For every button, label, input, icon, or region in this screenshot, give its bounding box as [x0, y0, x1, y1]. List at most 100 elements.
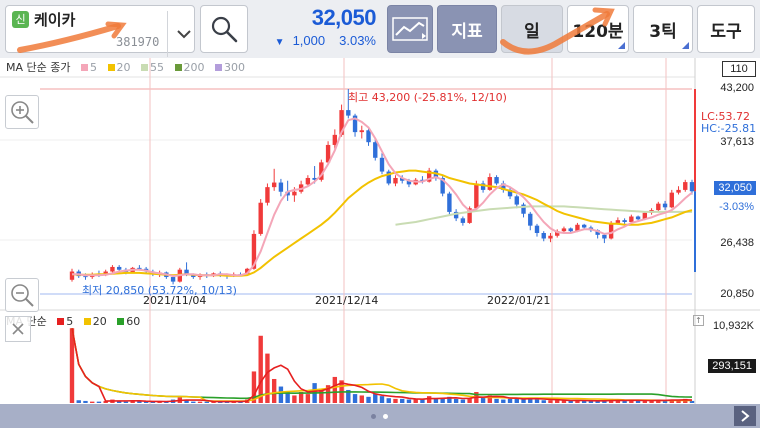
volume-bar [426, 396, 432, 403]
candle-body [656, 203, 661, 211]
candle-body [548, 235, 553, 239]
price-chart[interactable] [0, 0, 760, 404]
candle-body [271, 182, 277, 188]
volume-bar [541, 400, 546, 403]
volume-bar [689, 400, 695, 403]
volume-bar [460, 399, 466, 403]
page-dot-active[interactable] [383, 414, 388, 419]
volume-bar [534, 399, 540, 403]
candle-body [568, 228, 573, 232]
price-axis-label: 20,850 [720, 288, 754, 300]
ma20-line [71, 169, 693, 277]
candle-body [528, 213, 533, 226]
close-volume-button[interactable] [5, 316, 31, 342]
volume-bar [96, 401, 102, 403]
volume-bar [352, 394, 358, 403]
candle-body [346, 110, 351, 116]
volume-bar [548, 400, 553, 403]
candle-body [83, 276, 88, 278]
volume-bar [379, 396, 385, 403]
volume-bar [386, 398, 391, 403]
candle-body [622, 220, 627, 222]
volume-bar [305, 394, 311, 403]
volume-bar [555, 400, 560, 403]
candle-body [676, 189, 681, 193]
volume-bar [278, 386, 284, 403]
volume-bar [76, 400, 81, 403]
volume-bar [204, 401, 209, 403]
candle-body [683, 182, 688, 190]
candle-body [258, 202, 263, 234]
high-price-annotation: 최고 43,200 (-25.81%, 12/10) [348, 91, 507, 104]
candle-body [393, 177, 398, 184]
price-axis-label: 43,200 [720, 82, 754, 94]
vma60-swatch [117, 318, 125, 325]
candle-body [541, 233, 546, 239]
candle-body [689, 182, 695, 192]
candle-body [615, 220, 621, 223]
candle-body [305, 177, 311, 185]
volume-bar [265, 353, 270, 403]
volume-bar [332, 376, 338, 403]
candle-body [514, 196, 519, 205]
hc-label: HC:-25.81 [701, 122, 757, 135]
volume-bar [271, 378, 277, 403]
zoom-in-button[interactable] [5, 95, 39, 129]
volume-bar [480, 397, 486, 403]
candle-body [487, 177, 493, 190]
candle-body [608, 222, 614, 239]
candle-body [669, 192, 674, 208]
volume-bar [662, 400, 668, 403]
ma5-line [72, 117, 693, 278]
candle-body [474, 183, 479, 209]
candle-body [170, 277, 176, 282]
volume-axis-max: 10,932K [713, 320, 754, 332]
volume-bar [359, 395, 364, 403]
date-label: 2022/01/21 [487, 294, 551, 307]
volume-bar [83, 400, 88, 403]
candle-body [635, 216, 641, 220]
current-change-label: -3.03% [719, 201, 754, 213]
candle-body [116, 266, 122, 270]
candle-body [534, 225, 540, 234]
price-axis-label: 37,613 [720, 136, 754, 148]
page-dot[interactable] [371, 414, 376, 419]
vma5-line [71, 328, 693, 403]
volume-bar [406, 399, 412, 403]
candle-body [561, 228, 567, 232]
vma5-swatch [57, 318, 65, 325]
volume-bar [433, 398, 439, 403]
candle-body [494, 177, 499, 184]
volume-bar [366, 396, 371, 403]
scroll-up-icon[interactable]: ↑ [693, 315, 704, 326]
candle-body [373, 142, 378, 158]
candle-body [110, 266, 115, 272]
volume-bar [494, 398, 499, 403]
zoom-out-icon [11, 284, 34, 307]
candle-body [662, 203, 668, 208]
vma20-swatch [83, 318, 91, 325]
volume-bar [568, 400, 573, 403]
volume-bar [453, 398, 459, 403]
candle-body [379, 157, 385, 172]
volume-bar [507, 398, 513, 403]
candle-body [366, 130, 371, 143]
candle-body [602, 234, 607, 239]
candle-body [629, 216, 634, 222]
page-indicator-bar [0, 404, 760, 428]
volume-bar [622, 400, 627, 403]
volume-bar [420, 399, 425, 403]
candle-body [447, 193, 452, 212]
zoom-in-icon [11, 101, 34, 124]
zoom-out-button[interactable] [5, 278, 39, 312]
current-price-box: 32,050 [714, 181, 756, 195]
candle-body [359, 130, 364, 133]
date-label: 2021/12/14 [315, 294, 379, 307]
axis-top-box: 110 [722, 61, 756, 77]
volume-bar [501, 399, 506, 403]
volume-bar [123, 401, 129, 403]
chevron-right-icon [741, 410, 750, 422]
next-page-button[interactable] [734, 406, 756, 426]
current-volume-box: 293,151 [708, 359, 756, 373]
volume-bar [393, 398, 398, 403]
